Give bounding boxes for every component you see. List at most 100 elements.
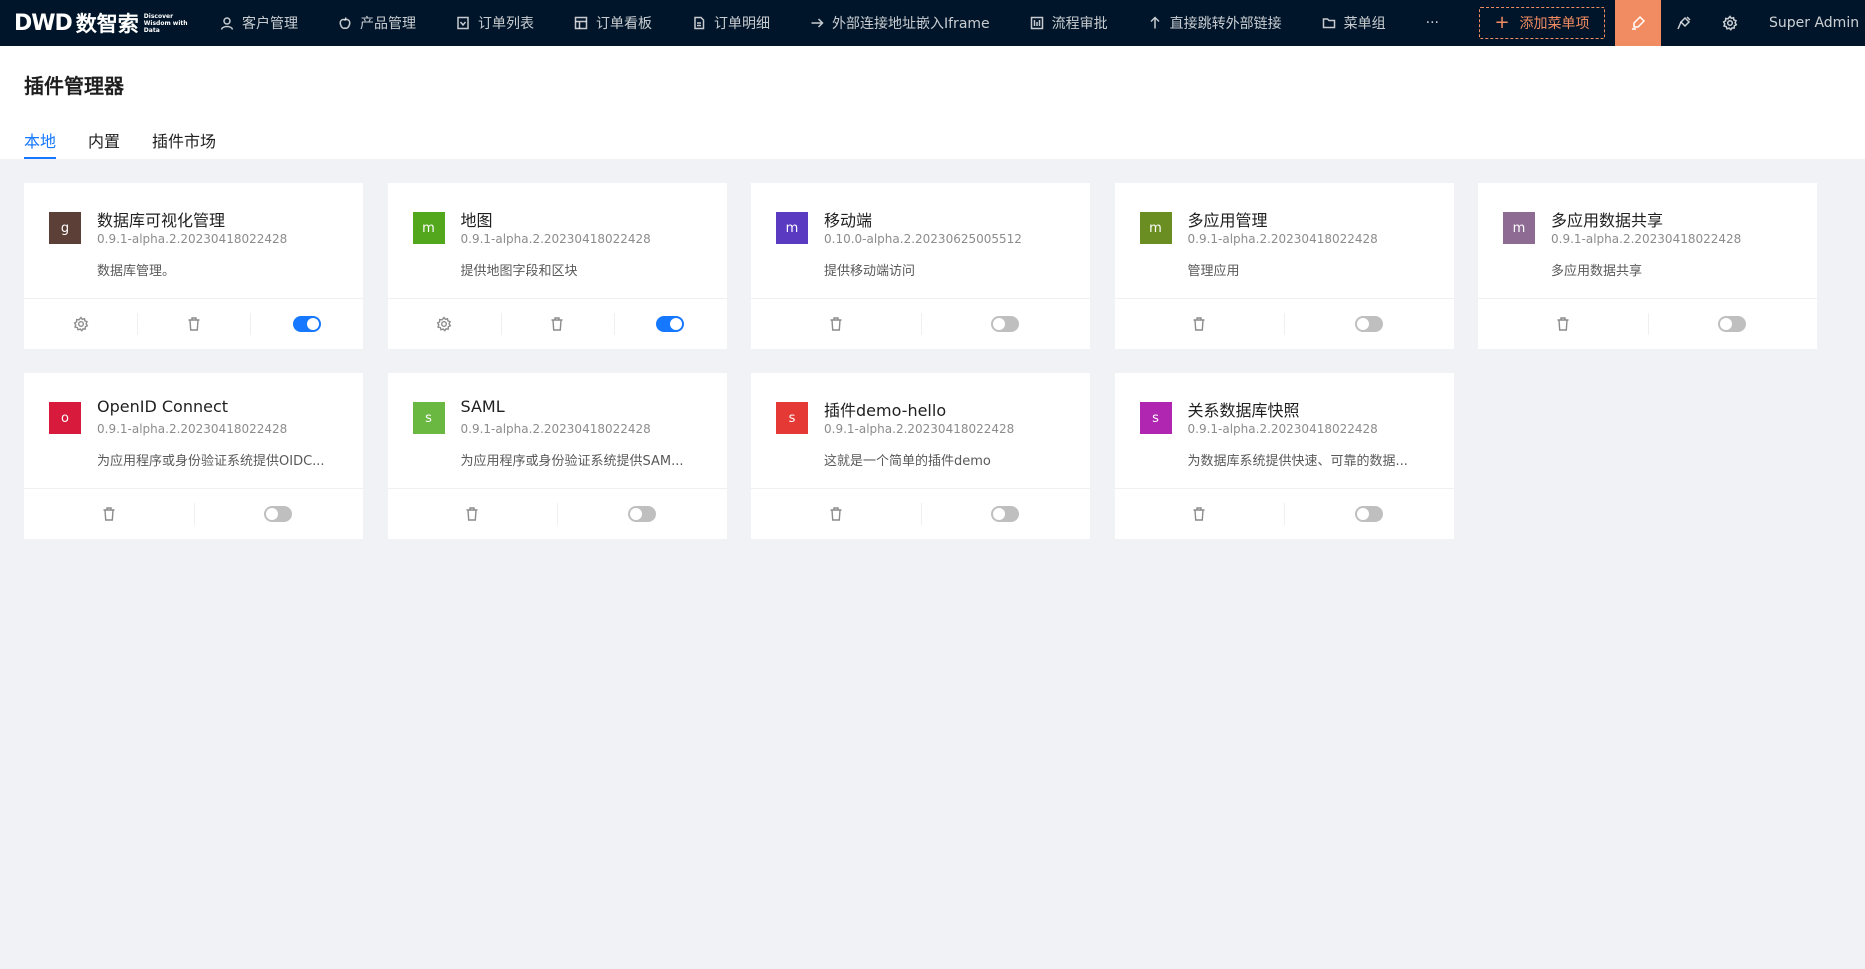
plugin-delete-button[interactable] bbox=[24, 489, 194, 539]
plugin-enable-switch[interactable] bbox=[264, 506, 293, 522]
plugin-enable-toggle-cell bbox=[250, 299, 363, 349]
plugin-card-body[interactable]: s 关系数据库快照 0.9.1-alpha.2.20230418022428 为数据库… bbox=[1114, 373, 1454, 489]
trash-icon bbox=[549, 316, 565, 332]
nav-item-label: 客户管理 bbox=[242, 16, 298, 32]
trash-icon bbox=[464, 506, 480, 522]
add-menu-item-label: 添加菜单项 bbox=[1519, 16, 1590, 32]
plugin-enable-toggle-cell bbox=[1284, 489, 1454, 539]
plugin-name: OpenID Connect bbox=[97, 397, 229, 416]
plugin-enable-toggle-cell bbox=[1284, 299, 1454, 349]
plugin-delete-button[interactable] bbox=[751, 299, 921, 349]
plugin-delete-button[interactable] bbox=[1478, 299, 1648, 349]
plugin-delete-button[interactable] bbox=[137, 299, 250, 349]
trash-icon bbox=[828, 316, 844, 332]
plugin-enable-switch[interactable] bbox=[991, 506, 1020, 522]
plugin-enable-toggle-cell bbox=[1647, 299, 1818, 349]
nav-item-label: 订单明细 bbox=[714, 16, 770, 32]
page-header: 插件管理器 本地 内置 插件市场 bbox=[0, 46, 1865, 159]
plugin-enable-switch[interactable] bbox=[1354, 316, 1383, 332]
plugin-enable-switch[interactable] bbox=[991, 316, 1020, 332]
plugin-enable-toggle-cell bbox=[920, 299, 1091, 349]
plugin-enable-switch[interactable] bbox=[1354, 506, 1383, 522]
ui-editor-button[interactable] bbox=[1615, 0, 1661, 46]
more-menu-button[interactable]: ··· bbox=[1406, 15, 1459, 31]
plugin-avatar: g bbox=[49, 212, 81, 244]
nav-item-6[interactable]: 流程审批 bbox=[1010, 0, 1128, 46]
nav-item-0[interactable]: 客户管理 bbox=[200, 0, 318, 46]
nav-item-1[interactable]: 产品管理 bbox=[318, 0, 436, 46]
plugin-enable-toggle-cell bbox=[557, 489, 727, 539]
plugin-enable-toggle-cell bbox=[613, 299, 727, 349]
plugin-card-body[interactable]: o OpenID Connect 0.9.1-alpha.2.20230418022… bbox=[24, 373, 363, 489]
plugin-description: 提供移动端访问 bbox=[824, 264, 916, 279]
nav-item-5[interactable]: 外部连接地址嵌入Iframe bbox=[790, 0, 1010, 46]
user-menu[interactable]: Super Admin bbox=[1769, 0, 1859, 46]
trash-icon bbox=[1191, 316, 1207, 332]
trash-icon bbox=[1191, 506, 1207, 522]
plugin-card-actions bbox=[24, 299, 363, 349]
logo-mark: DWD bbox=[14, 10, 73, 36]
board-icon bbox=[574, 16, 588, 30]
plugin-enable-switch[interactable] bbox=[656, 316, 684, 332]
plugin-card-body[interactable]: m 多应用数据共享 0.9.1-alpha.2.20230418022428 多应用数… bbox=[1478, 183, 1817, 299]
plugin-card-body[interactable]: m 地图 0.9.1-alpha.2.20230418022428 提供地图字段和区块 bbox=[387, 183, 727, 299]
tab-marketplace[interactable]: 插件市场 bbox=[152, 128, 216, 159]
plugin-card-body[interactable]: s SAML 0.9.1-alpha.2.20230418022428 为应用程序或身… bbox=[387, 373, 727, 489]
plugin-avatar: m bbox=[412, 212, 445, 244]
plugin-delete-button[interactable] bbox=[751, 489, 921, 539]
trash-icon bbox=[101, 506, 117, 522]
form-icon bbox=[456, 16, 470, 30]
plugin-enable-switch[interactable] bbox=[627, 506, 656, 522]
brand-logo[interactable]: DWD 数智索 Discover Wisdom with Data bbox=[0, 0, 200, 46]
plugin-card-actions bbox=[24, 489, 363, 539]
settings-button[interactable] bbox=[1707, 0, 1753, 46]
plugin-enable-switch[interactable] bbox=[1718, 316, 1747, 332]
nav-item-7[interactable]: 直接跳转外部链接 bbox=[1128, 0, 1302, 46]
add-menu-item-button[interactable]: + 添加菜单项 bbox=[1479, 7, 1605, 39]
nav-item-4[interactable]: 订单明细 bbox=[672, 0, 790, 46]
tab-built-in[interactable]: 内置 bbox=[88, 128, 120, 159]
plugin-delete-button[interactable] bbox=[1115, 299, 1285, 349]
plugin-enable-switch[interactable] bbox=[292, 316, 321, 332]
plugin-card-body[interactable]: m 移动端 0.10.0-alpha.2.20230625005512 提供移动端访问 bbox=[751, 183, 1090, 299]
main-menu: 客户管理 产品管理 订单列表 订单看板 订单明细 外部连接地址嵌入Iframe 流程审批 直接… bbox=[200, 0, 1406, 46]
plugin-card-body[interactable]: g 数据库可视化管理 0.9.1-alpha.2.20230418022428 数据库… bbox=[24, 183, 363, 299]
nav-item-label: 产品管理 bbox=[360, 16, 416, 32]
plugin-card-body[interactable]: m 多应用管理 0.9.1-alpha.2.20230418022428 管理应用 bbox=[1114, 183, 1454, 299]
plugin-delete-button[interactable] bbox=[500, 299, 614, 349]
plugin-avatar: m bbox=[1503, 212, 1535, 244]
plug-icon bbox=[1677, 16, 1691, 30]
nav-item-3[interactable]: 订单看板 bbox=[554, 0, 672, 46]
trash-icon bbox=[186, 316, 202, 332]
nav-item-8[interactable]: 菜单组 bbox=[1302, 0, 1406, 46]
plugin-avatar: s bbox=[1139, 402, 1172, 434]
plugin-delete-button[interactable] bbox=[388, 489, 558, 539]
plugin-delete-button[interactable] bbox=[1115, 489, 1285, 539]
workflow-icon bbox=[1030, 16, 1044, 30]
gear-icon bbox=[73, 316, 89, 332]
plugin-manager-button[interactable] bbox=[1661, 0, 1707, 46]
plugin-version: 0.9.1-alpha.2.20230418022428 bbox=[1551, 232, 1742, 246]
plugin-name: 插件demo-hello bbox=[824, 401, 947, 420]
plugin-card-actions bbox=[1478, 299, 1817, 349]
plugin-version: 0.9.1-alpha.2.20230418022428 bbox=[460, 232, 651, 246]
plugin-settings-button[interactable] bbox=[388, 299, 501, 349]
user-icon bbox=[220, 16, 234, 30]
plugin-version: 0.9.1-alpha.2.20230418022428 bbox=[824, 422, 1015, 436]
nav-item-2[interactable]: 订单列表 bbox=[436, 0, 554, 46]
plugin-description: 这就是一个简单的插件demo bbox=[824, 454, 991, 469]
plugin-version: 0.9.1-alpha.2.20230418022428 bbox=[97, 422, 288, 436]
plugin-card: m 地图 0.9.1-alpha.2.20230418022428 提供地图字段和区块 bbox=[387, 183, 727, 349]
plugin-version: 0.9.1-alpha.2.20230418022428 bbox=[460, 422, 651, 436]
nav-item-label: 外部连接地址嵌入Iframe bbox=[832, 16, 990, 32]
plugin-card-body[interactable]: s 插件demo-hello 0.9.1-alpha.2.2023041802242… bbox=[751, 373, 1090, 489]
plugin-card-actions bbox=[1115, 489, 1454, 539]
arrow-up-icon bbox=[1148, 16, 1162, 30]
plugin-card: m 移动端 0.10.0-alpha.2.20230625005512 提供移动端访问 bbox=[751, 183, 1090, 349]
plugin-version: 0.9.1-alpha.2.20230418022428 bbox=[1187, 232, 1378, 246]
tab-local[interactable]: 本地 bbox=[24, 128, 57, 159]
plugin-enable-toggle-cell bbox=[920, 489, 1091, 539]
plugin-card: g 数据库可视化管理 0.9.1-alpha.2.20230418022428 数据库… bbox=[24, 183, 363, 349]
plugin-settings-button[interactable] bbox=[24, 299, 137, 349]
nav-item-label: 菜单组 bbox=[1343, 16, 1386, 32]
